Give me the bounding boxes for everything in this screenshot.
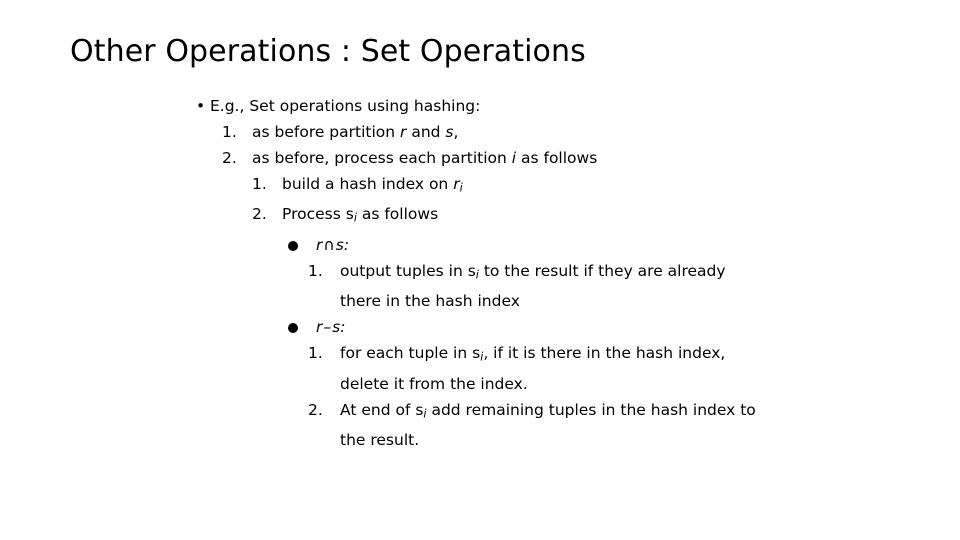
subscript-i: i: [459, 181, 463, 195]
list-item-label: output tuples in si to the result if the…: [340, 258, 760, 314]
text-fragment: build a hash index on: [282, 175, 454, 193]
disc-bullet-icon: [288, 323, 298, 334]
slide-canvas: Other Operations : Set Operations • E.g.…: [0, 0, 960, 540]
text-fragment: as before, process each partition: [252, 149, 512, 167]
list-marker: 1.: [308, 261, 323, 280]
variable-s: s: [335, 235, 344, 254]
list-item-label: r–s:: [316, 314, 960, 340]
list-item-delete-from-index: 1. for each tuple in si, if it is there …: [308, 340, 960, 396]
list-marker: 2.: [252, 205, 267, 224]
text-fragment: output tuples in s: [340, 261, 476, 280]
list-item-label: Process si as follows: [282, 201, 960, 231]
list-item-label: E.g., Set operations using hashing:: [210, 97, 481, 115]
list-item-build-hash-index: 1. build a hash index on ri: [252, 171, 960, 201]
text-fragment: as before partition: [252, 123, 401, 141]
text-fragment: as follows: [516, 149, 598, 167]
list-item-difference: r–s:: [288, 314, 960, 340]
page-title: Other Operations : Set Operations: [70, 34, 586, 69]
variable-s: s: [332, 318, 341, 337]
text-fragment: for each tuple in s: [340, 344, 481, 363]
list-item-label: for each tuple in si, if it is there in …: [340, 340, 760, 396]
text-fragment: Process s: [282, 205, 354, 224]
list-marker: 1.: [222, 123, 237, 141]
slide-body: • E.g., Set operations using hashing: 1.…: [0, 93, 960, 453]
list-marker: 1.: [252, 175, 267, 193]
text-fragment: At end of s: [340, 400, 424, 419]
variable-s: s: [445, 123, 454, 141]
disc-bullet-icon: [288, 240, 298, 251]
list-item-process-si: 2. Process si as follows: [252, 201, 960, 231]
text-fragment: :: [343, 235, 350, 254]
text-fragment: and: [406, 123, 446, 141]
list-marker: 2.: [222, 149, 237, 167]
list-item-label: At end of si add remaining tuples in the…: [340, 397, 760, 453]
list-marker: 1.: [308, 344, 323, 363]
list-item-add-remaining-tuples: 2. At end of si add remaining tuples in …: [308, 397, 960, 453]
text-fragment: :: [340, 318, 346, 337]
text-fragment: ,: [453, 123, 459, 141]
list-item-eg: • E.g., Set operations using hashing:: [196, 93, 960, 119]
list-item-label: r∩s:: [316, 232, 960, 258]
list-item-label: build a hash index on ri: [282, 171, 960, 201]
intersection-operator-icon: ∩: [323, 235, 335, 254]
list-item-label: as before, process each partition i as f…: [252, 145, 960, 171]
list-item-output-tuples: 1. output tuples in si to the result if …: [308, 258, 960, 314]
minus-operator-icon: –: [323, 318, 332, 337]
list-marker: 2.: [308, 400, 323, 419]
list-item-label: as before partition r and s,: [252, 119, 960, 145]
list-item-intersection: r∩s:: [288, 232, 960, 258]
list-item-partition-rs: 1. as before partition r and s,: [222, 119, 960, 145]
list-item-process-partition: 2. as before, process each partition i a…: [222, 145, 960, 171]
text-fragment: as follows: [356, 205, 439, 224]
bullet-icon: •: [196, 97, 206, 115]
